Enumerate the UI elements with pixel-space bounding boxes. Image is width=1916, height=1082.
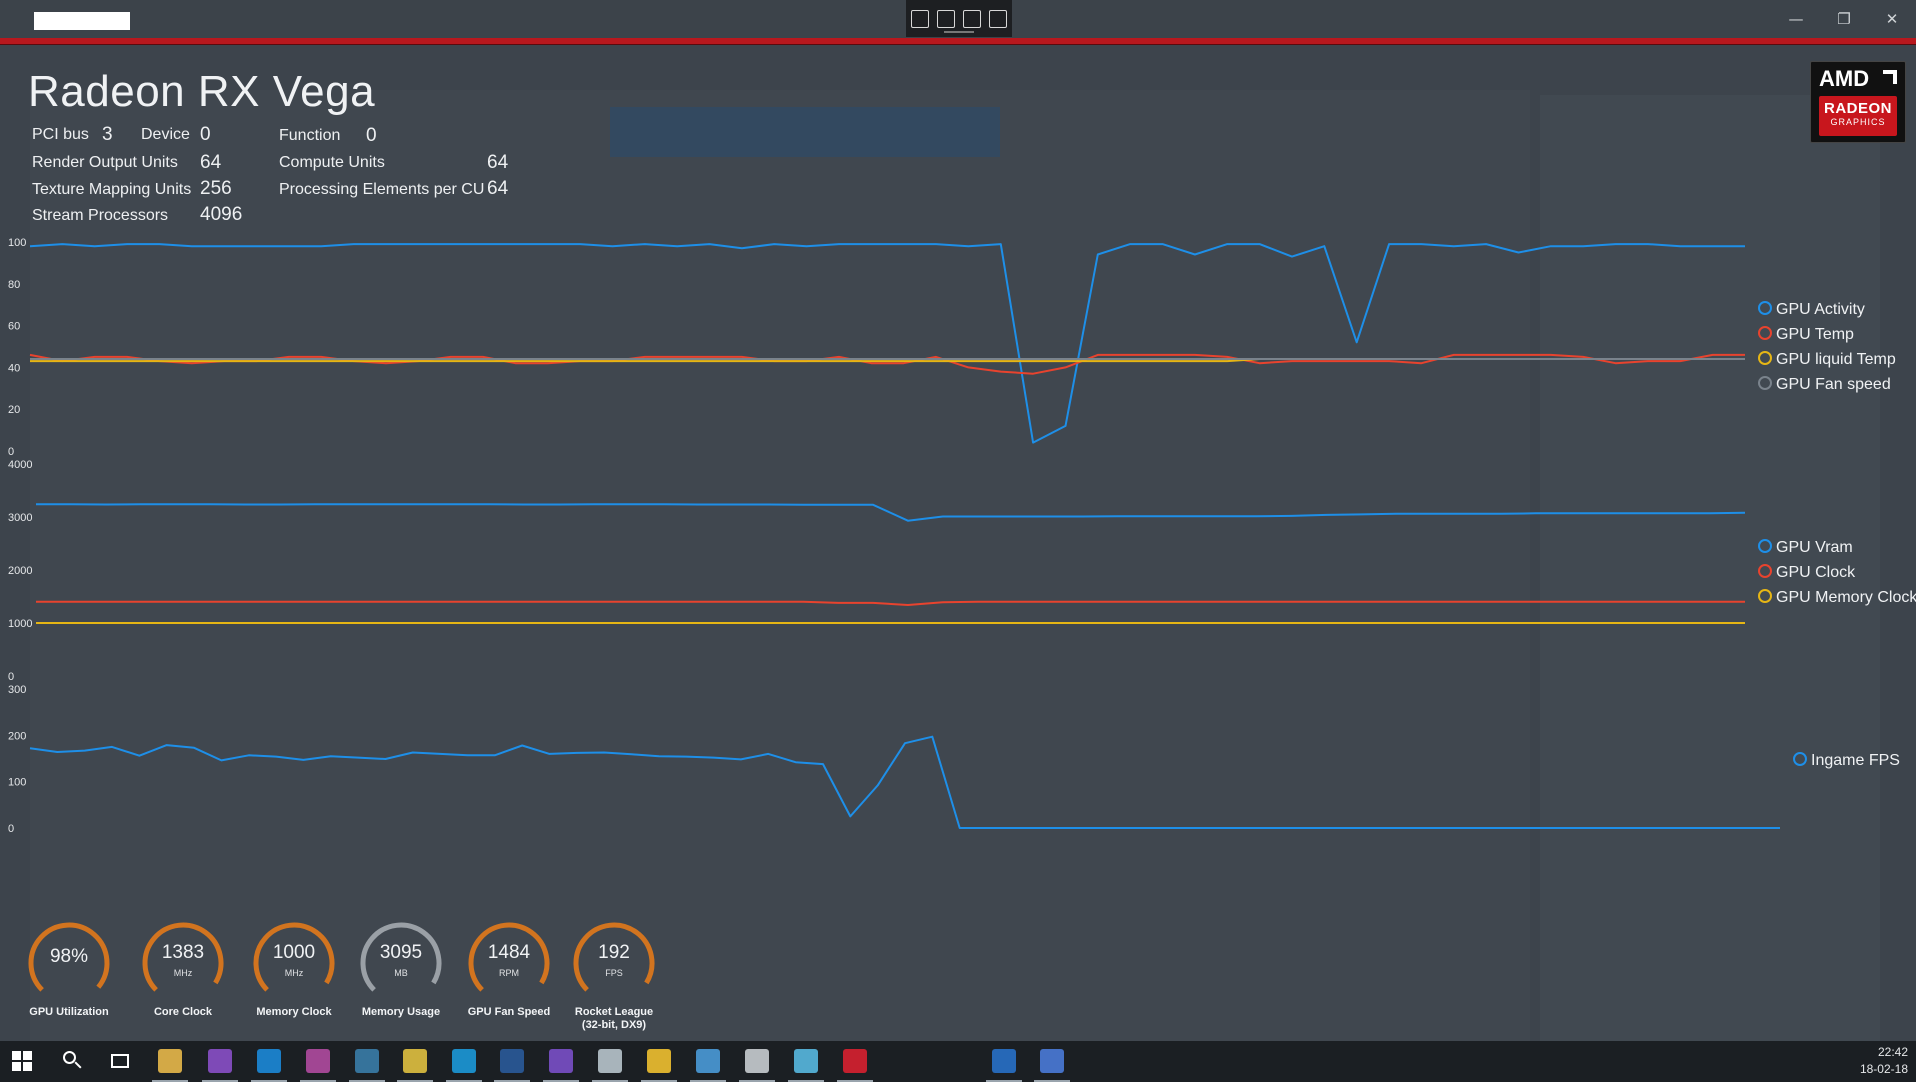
series-line-gpu-clock — [36, 600, 1745, 606]
taskbar: 22:42 18-02-18 — [0, 1041, 1916, 1082]
gauge-value: 192 — [598, 942, 630, 963]
gauge-unit: RPM — [499, 968, 519, 978]
gauge-memory-usage: 3095 MB — [346, 908, 456, 1018]
gauge-unit: FPS — [605, 968, 623, 978]
legend-marker-gpu-memory-clock — [1758, 589, 1772, 603]
gauge-core-clock: 1383 MHz — [128, 908, 238, 1018]
app-icon[interactable] — [403, 1049, 427, 1073]
legend-label-gpu-memory-clock: GPU Memory Clock — [1776, 589, 1916, 606]
legend-label-gpu-activity: GPU Activity — [1776, 301, 1865, 318]
app-icon[interactable] — [355, 1049, 379, 1073]
series-line-ingame-fps — [29, 735, 1780, 829]
gauge-unit: MB — [394, 968, 408, 978]
series-line-gpu-vram — [36, 503, 1746, 522]
file-explorer-icon[interactable] — [158, 1049, 182, 1073]
app-icon[interactable] — [696, 1049, 720, 1073]
app-icon[interactable] — [452, 1049, 476, 1073]
chart-1-y-tick: 20 — [8, 404, 20, 416]
gauge-value: 1484 — [487, 942, 531, 963]
app-icon[interactable] — [843, 1049, 867, 1073]
edge-icon[interactable] — [257, 1049, 281, 1073]
legend-marker-ingame-fps — [1793, 752, 1807, 766]
app-icon[interactable] — [745, 1049, 769, 1073]
legend-label-gpu-temp: GPU Temp — [1776, 326, 1854, 343]
search-icon[interactable] — [60, 1049, 84, 1073]
chart-2-y-tick: 4000 — [8, 459, 32, 471]
app-icon[interactable] — [598, 1049, 622, 1073]
chart-3-y-tick: 300 — [8, 684, 26, 696]
gauge-value: 98% — [49, 946, 89, 967]
task-view-icon[interactable] — [108, 1049, 132, 1073]
series-line-gpu-temp — [29, 353, 1745, 375]
clock-date: 18-02-18 — [1859, 1062, 1908, 1076]
legend-marker-gpu-clock — [1758, 564, 1772, 578]
gauge-value: 3095 — [379, 942, 423, 963]
legend-label-gpu-clock: GPU Clock — [1776, 564, 1856, 581]
gauge-memory-clock: 1000 MHz — [239, 908, 349, 1018]
chart-1-y-tick: 0 — [8, 446, 14, 458]
legend-marker-gpu-fan-speed — [1758, 376, 1772, 390]
app-icon[interactable] — [992, 1049, 1016, 1073]
chart-2-y-tick: 1000 — [8, 618, 32, 630]
app-icon[interactable] — [1040, 1049, 1064, 1073]
legend-label-gpu-liquid-temp: GPU liquid Temp — [1776, 351, 1896, 368]
system-clock[interactable]: 22:42 18-02-18 — [1860, 1044, 1908, 1078]
chart-1-y-tick: 80 — [8, 279, 20, 291]
chart-2-y-tick: 0 — [8, 671, 14, 683]
chart-3-y-tick: 0 — [8, 823, 14, 835]
gauge-unit: MHz — [173, 968, 193, 978]
gauge-gpu-utilization: 98% — [14, 908, 124, 1018]
app-icon[interactable] — [794, 1049, 818, 1073]
app-icon[interactable] — [306, 1049, 330, 1073]
visual-studio-icon[interactable] — [549, 1049, 573, 1073]
gauge-gpu-fan-speed: 1484 RPM — [454, 908, 564, 1018]
app-icon[interactable] — [647, 1049, 671, 1073]
chart-1-y-tick: 40 — [8, 362, 20, 374]
gpu-charts: 100806040200GPU ActivityGPU TempGPU liqu… — [8, 237, 1916, 835]
legend-label-gpu-fan-speed: GPU Fan speed — [1776, 376, 1891, 393]
legend-marker-gpu-vram — [1758, 539, 1772, 553]
legend-marker-gpu-liquid-temp — [1758, 351, 1772, 365]
legend-label-gpu-vram: GPU Vram — [1776, 539, 1853, 556]
windows-start-icon[interactable] — [10, 1049, 34, 1073]
gauge-rocket-league: 192 FPS — [559, 908, 669, 1018]
gauge-value: 1000 — [272, 942, 316, 963]
chart-2-y-tick: 2000 — [8, 565, 32, 577]
visual-studio-icon[interactable] — [208, 1049, 232, 1073]
gauge-label: Rocket League (32-bit, DX9) — [574, 1006, 654, 1031]
steam-icon[interactable] — [500, 1049, 524, 1073]
chart-2-y-tick: 3000 — [8, 512, 32, 524]
legend-marker-gpu-temp — [1758, 326, 1772, 340]
chart-1-y-tick: 100 — [8, 237, 26, 249]
gauge-unit: MHz — [284, 968, 304, 978]
legend-label-ingame-fps: Ingame FPS — [1811, 752, 1900, 769]
chart-3-y-tick: 100 — [8, 777, 26, 789]
clock-time: 22:42 — [1877, 1045, 1908, 1059]
gauge-value: 1383 — [161, 942, 205, 963]
chart-1-y-tick: 60 — [8, 321, 20, 333]
legend-marker-gpu-activity — [1758, 301, 1772, 315]
series-line-gpu-activity — [29, 243, 1745, 444]
chart-3-y-tick: 200 — [8, 730, 26, 742]
